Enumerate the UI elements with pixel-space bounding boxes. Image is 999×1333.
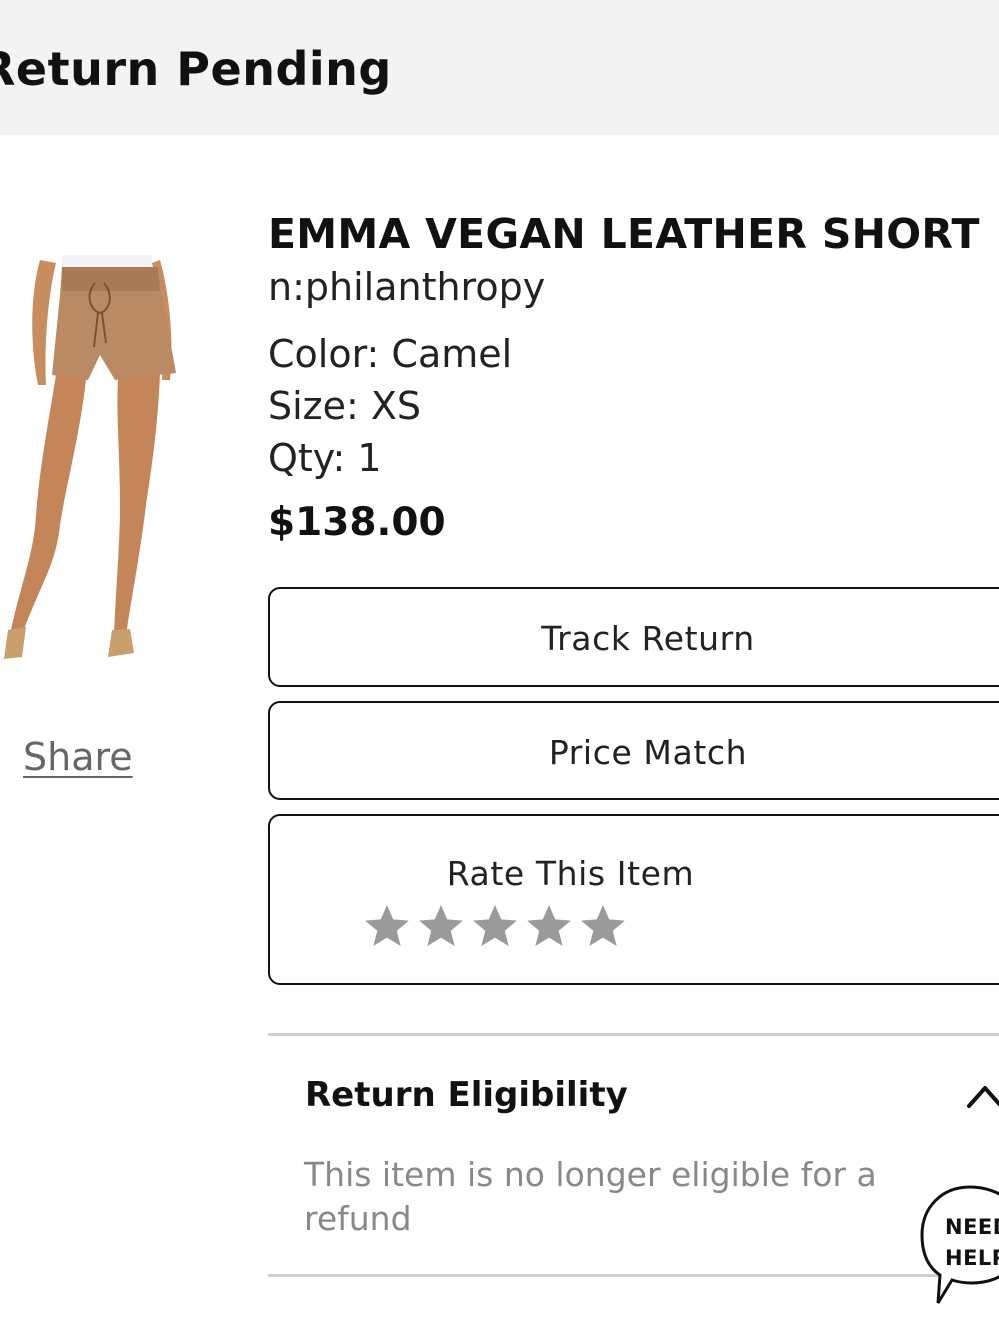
star-icon[interactable] — [579, 902, 627, 950]
return-eligibility-title[interactable]: Return Eligibility — [305, 1075, 628, 1115]
divider — [268, 1033, 999, 1036]
star-rating[interactable] — [115, 902, 875, 954]
price-match-button[interactable]: Price Match — [268, 701, 999, 800]
product-image[interactable] — [0, 255, 180, 665]
help-label-line2: HELP — [945, 1246, 999, 1270]
product-size: Size: XS — [268, 384, 422, 428]
star-icon[interactable] — [363, 902, 411, 950]
track-return-button[interactable]: Track Return — [268, 587, 999, 687]
price-match-label: Price Match — [548, 733, 748, 772]
star-icon[interactable] — [525, 902, 573, 950]
product-name: EMMA VEGAN LEATHER SHORT — [268, 210, 980, 258]
return-eligibility-text: This item is no longer eligible for a re… — [304, 1155, 877, 1238]
help-label[interactable]: NEED HELP — [945, 1212, 999, 1274]
page-header: Return Pending — [0, 0, 999, 135]
page-title: Return Pending — [0, 42, 392, 96]
chevron-up-icon[interactable] — [965, 1080, 999, 1110]
rate-item-label: Rate This Item — [446, 854, 695, 893]
star-icon[interactable] — [471, 902, 519, 950]
rate-item-card: Rate This Item — [268, 814, 999, 985]
divider — [268, 1274, 999, 1277]
star-icon[interactable] — [417, 902, 465, 950]
track-return-label: Track Return — [541, 619, 755, 658]
help-label-line1: NEED — [945, 1215, 999, 1239]
product-brand[interactable]: n:philanthropy — [268, 265, 545, 309]
product-qty: Qty: 1 — [268, 436, 382, 480]
product-price: $138.00 — [268, 500, 446, 545]
product-color: Color: Camel — [268, 332, 513, 376]
share-link[interactable]: Share — [23, 735, 133, 779]
